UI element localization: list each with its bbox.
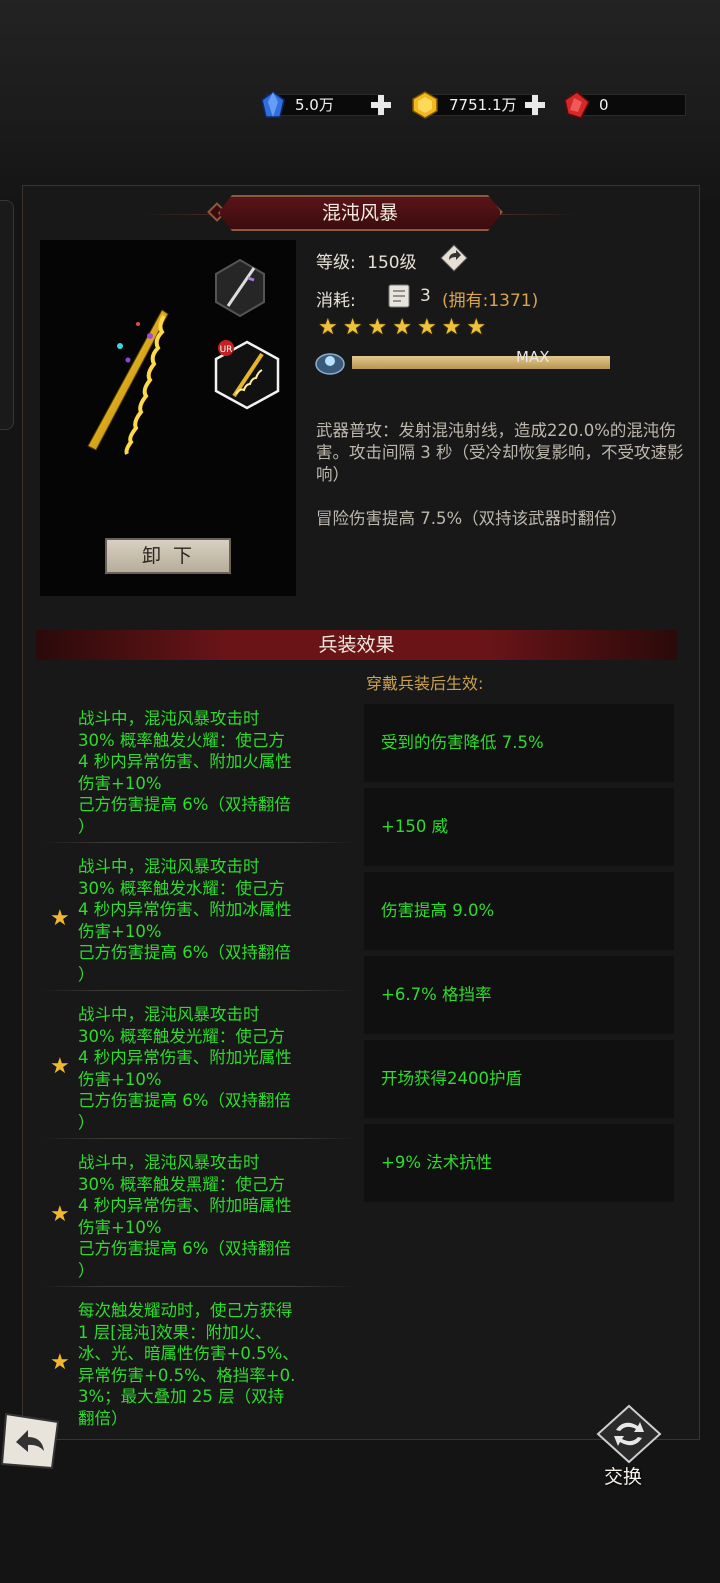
star-icon: ★ [441,315,462,340]
blue-crystal-icon [261,91,285,118]
star-icon: ★ [416,315,437,340]
effect-line: 己方伤害提高 6%（双持翻倍 [78,795,291,814]
effect-star-icon: ★ [50,1202,70,1227]
scroll-material-icon [388,284,410,308]
progress-label: MAX [516,348,550,366]
effect-star-icon: ★ [50,906,70,931]
bonus-item: 开场获得2400护盾 [364,1040,674,1118]
effect-entry: 战斗中，混沌风暴攻击时 30% 概率触发光耀：使己方 4 秒内异常伤害、附加光属性伤… [78,1004,358,1133]
effect-line: 战斗中，混沌风暴攻击时 [78,1005,260,1024]
effect-line: 己方伤害提高 6%（双持翻倍 [78,1239,291,1258]
back-arrow-icon[interactable] [0,1408,66,1474]
effect-entry: 战斗中，混沌风暴攻击时 30% 概率触发黑耀：使己方 4 秒内异常伤害、附加暗属性伤… [78,1152,358,1281]
gold-coin-icon [412,91,438,119]
effect-line: 3%；最大叠加 25 层（双持 [78,1387,285,1406]
currency-blue: 5.0万 [258,90,388,120]
bonus-item: 伤害提高 9.0% [364,872,674,950]
effect-entry: 战斗中，混沌风暴攻击时 30% 概率触发火耀：使己方 4 秒内异常伤害、附加火属性伤… [78,708,358,837]
add-gold-button[interactable] [524,94,546,116]
effect-line: 战斗中，混沌风暴攻击时 [78,1153,260,1172]
effect-line: 己方伤害提高 6%（双持翻倍 [78,1091,291,1110]
cost-label: 消耗: [316,291,356,311]
effect-divider [40,1138,356,1139]
effect-line: 30% 概率触发水耀：使己方 [78,878,285,898]
effect-line: 伤害+10% [78,773,162,793]
effect-line: 30% 概率触发火耀：使己方 [78,730,285,750]
effect-line: 30% 概率触发黑耀：使己方 [78,1174,285,1194]
effect-line: ） [78,1112,95,1132]
swap-button-label[interactable]: 交换 [604,1462,642,1489]
effect-entry: 战斗中，混沌风暴攻击时 30% 概率触发水耀：使己方 4 秒内异常伤害、附加冰属性伤… [78,856,358,985]
weapon-slot-katana[interactable] [214,258,266,318]
swap-icon[interactable] [594,1404,664,1464]
effect-star-icon: ★ [50,1054,70,1079]
bonus-item: +150 威 [364,788,674,866]
effect-line: 30% 概率触发光耀：使己方 [78,1026,285,1046]
bonus-item: +9% 法术抗性 [364,1124,674,1202]
effect-entry: 每次触发耀动时，使己方获得 1 层[混沌]效果：附加火、冰、光、暗属性伤害+0.5… [78,1300,358,1429]
effect-line: 每次触发耀动时，使己方获得 [78,1301,293,1320]
effect-line: 战斗中，混沌风暴攻击时 [78,857,260,876]
effect-line: 伤害+10% [78,1217,162,1237]
star-icon: ★ [466,315,487,340]
cost-owned: (拥有:1371) [442,291,539,311]
effect-line: 4 秒内异常伤害、附加冰属性 [78,900,292,919]
effect-line: 4 秒内异常伤害、附加光属性 [78,1048,292,1067]
effect-line: ） [78,964,95,984]
weapon-title: 混沌风暴 [218,195,502,231]
effect-divider [40,1286,356,1287]
effect-line: 伤害+10% [78,921,162,941]
level-row: 等级: 150级 [316,248,417,273]
level-label: 等级: [316,253,356,273]
effect-line: 翻倍） [78,1408,128,1428]
effect-divider [40,990,356,991]
cost-amount: 3 [420,286,431,306]
cost-row: 消耗: [316,286,356,311]
effect-line: 战斗中，混沌风暴攻击时 [78,709,260,728]
unequip-button[interactable]: 卸下 [105,538,231,574]
bonus-caption: 穿戴兵装后生效: [366,674,484,693]
level-value: 150级 [367,253,417,273]
effect-line: 异常伤害+0.5%、格挡率+0. [78,1365,296,1385]
bonus-item: +6.7% 格挡率 [364,956,674,1034]
effect-line: 1 层[混沌]效果：附加火、 [78,1322,272,1342]
section-title: 兵装效果 [36,630,677,660]
star-icon: ★ [367,315,388,340]
effect-star-icon: ★ [50,1350,70,1375]
currency-red: 0 [562,90,688,120]
weapon-passive-description: 冒险伤害提高 7.5%（双持该武器时翻倍） [316,509,628,528]
star-icon: ★ [342,315,363,340]
effect-line: 伤害+10% [78,1069,162,1089]
currency-gold: 7751.1万 [410,90,540,120]
effect-divider [40,842,356,843]
effect-line: 己方伤害提高 6%（双持翻倍 [78,943,291,962]
effect-line: ） [78,1260,95,1280]
awaken-orb-icon [315,353,345,375]
level-progress-bar [352,356,610,369]
effect-line: 4 秒内异常伤害、附加火属性 [78,752,292,771]
weapon-attack-description: 武器普攻：发射混沌射线，造成220.0%的混沌伤害。攻击间隔 3 秒（受冷却恢复… [316,421,684,484]
level-up-icon[interactable] [440,244,468,272]
effect-line: ） [78,816,95,836]
star-icon: ★ [392,315,412,340]
svg-text:UR: UR [220,345,233,355]
add-blue-button[interactable] [370,94,392,116]
bonus-item: 受到的伤害降低 7.5% [364,704,674,782]
star-rating: ★ ★ ★ ★ ★ ★ ★ [318,316,486,340]
side-tab [0,200,14,430]
star-icon: ★ [318,315,338,340]
effect-line: 冰、光、暗属性伤害+0.5%、 [78,1344,299,1363]
effect-line: 4 秒内异常伤害、附加暗属性 [78,1196,292,1215]
ur-badge-icon: UR [218,340,234,356]
red-gem-icon [564,91,590,119]
